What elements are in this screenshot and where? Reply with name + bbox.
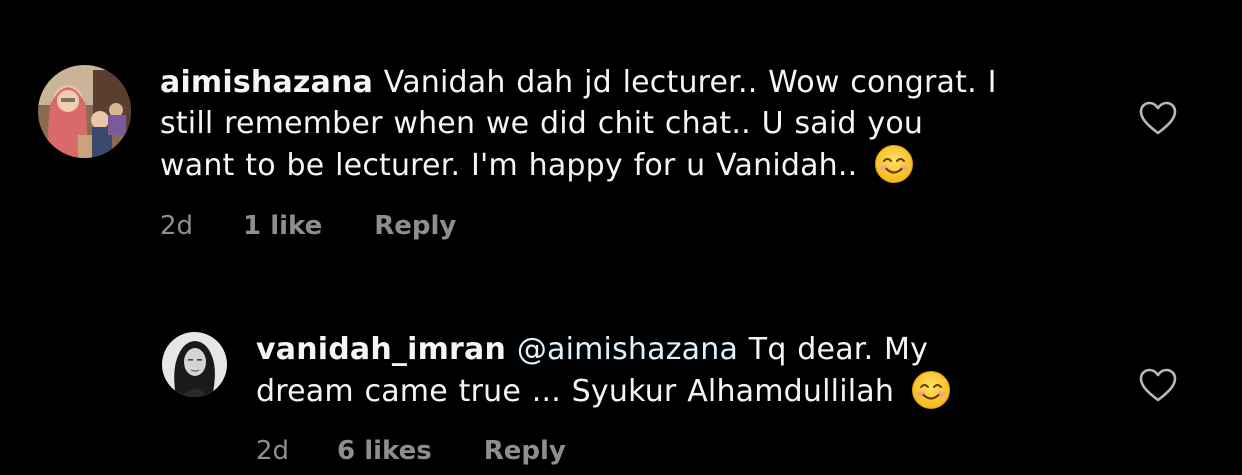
reply-button[interactable]: Reply bbox=[374, 211, 456, 241]
comments-page: aimishazana Vanidah dah jd lecturer.. Wo… bbox=[0, 0, 1242, 475]
avatar[interactable] bbox=[162, 332, 227, 397]
comment-text-line: dream came true ... Syukur Alhamdullilah bbox=[256, 374, 895, 409]
timestamp: 2d bbox=[256, 436, 290, 466]
comment-text-line: still remember when we did chit chat.. U… bbox=[160, 106, 924, 141]
comment-text-line: Tq dear. My bbox=[748, 332, 929, 367]
comment-content: vanidah_imran @aimishazana Tq dear. My d… bbox=[256, 329, 1116, 412]
username[interactable]: aimishazana bbox=[160, 65, 373, 100]
mention-link[interactable]: @aimishazana bbox=[517, 332, 738, 367]
avatar-photo-icon bbox=[38, 65, 131, 158]
likes-count[interactable]: 6 likes bbox=[337, 436, 432, 466]
smiling-face-icon bbox=[911, 370, 951, 410]
timestamp: 2d bbox=[160, 211, 194, 241]
heart-outline-icon[interactable] bbox=[1138, 99, 1178, 139]
comment-text-line: Vanidah dah jd lecturer.. Wow congrat. I bbox=[383, 65, 997, 100]
reply-button[interactable]: Reply bbox=[484, 436, 566, 466]
smiling-face-icon bbox=[874, 144, 914, 184]
comment-meta: 2d 1 like Reply bbox=[160, 211, 456, 241]
comment-content: aimishazana Vanidah dah jd lecturer.. Wo… bbox=[160, 62, 1100, 186]
heart-outline-icon[interactable] bbox=[1138, 366, 1178, 406]
avatar-photo-icon bbox=[162, 332, 227, 397]
likes-count[interactable]: 1 like bbox=[243, 211, 322, 241]
avatar[interactable] bbox=[38, 65, 131, 158]
username[interactable]: vanidah_imran bbox=[256, 332, 506, 367]
comment-text-line: want to be lecturer. I'm happy for u Van… bbox=[160, 148, 858, 183]
comment-meta: 2d 6 likes Reply bbox=[256, 436, 566, 466]
